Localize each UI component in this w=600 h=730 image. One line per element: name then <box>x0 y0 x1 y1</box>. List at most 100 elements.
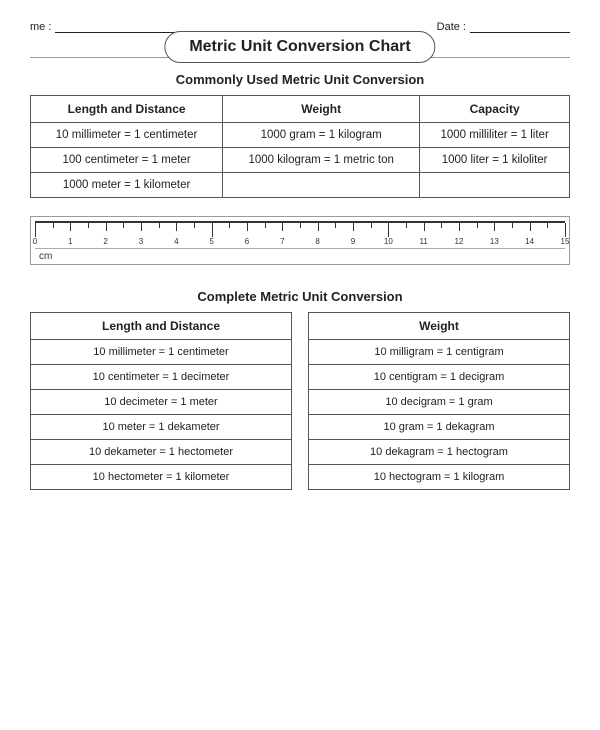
date-field: Date : <box>437 20 570 33</box>
col-header-length: Length and Distance <box>31 96 223 123</box>
table-cell <box>420 173 570 198</box>
ruler-label: 3 <box>139 237 143 246</box>
table-cell: 10 decimeter = 1 meter <box>31 390 292 415</box>
ruler-half-tick <box>335 223 336 228</box>
table-cell: 10 hectogram = 1 kilogram <box>309 465 570 490</box>
table-cell: 100 centimeter = 1 meter <box>31 148 223 173</box>
ruler-label: 10 <box>384 237 393 246</box>
table-cell: 1000 meter = 1 kilometer <box>31 173 223 198</box>
table-cell: 10 gram = 1 dekagram <box>309 415 570 440</box>
ruler-label: 11 <box>420 237 428 246</box>
complete-length-col: Length and Distance 10 millimeter = 1 ce… <box>30 312 292 500</box>
table-row: 10 decimeter = 1 meter <box>31 390 292 415</box>
ruler-label: 8 <box>315 237 319 246</box>
ruler-label: 1 <box>68 237 72 246</box>
ruler-label: 12 <box>455 237 464 246</box>
table-row: 10 decigram = 1 gram <box>309 390 570 415</box>
ruler-half-tick <box>194 223 195 228</box>
table-row: 1000 meter = 1 kilometer <box>31 173 570 198</box>
table-row: 10 dekameter = 1 hectometer <box>31 440 292 465</box>
ruler-half-tick <box>123 223 124 228</box>
table-cell: 10 hectometer = 1 kilometer <box>31 465 292 490</box>
table-row: 100 centimeter = 1 meter1000 kilogram = … <box>31 148 570 173</box>
ruler-half-tick <box>441 223 442 228</box>
ruler-label: 9 <box>351 237 355 246</box>
name-underline <box>55 20 175 33</box>
date-underline <box>470 20 570 33</box>
table-cell: 10 centimeter = 1 decimeter <box>31 365 292 390</box>
table-cell: 10 dekagram = 1 hectogram <box>309 440 570 465</box>
table-cell: 10 decigram = 1 gram <box>309 390 570 415</box>
ruler-tick <box>247 223 248 231</box>
ruler-label: 4 <box>174 237 178 246</box>
ruler: 0123456789101112131415 <box>35 221 565 249</box>
ruler-label: 2 <box>103 237 107 246</box>
col-header-weight: Weight <box>223 96 420 123</box>
ruler-tick <box>494 223 495 231</box>
ruler-wrapper: 0123456789101112131415 cm <box>30 216 570 265</box>
table-row: 10 milligram = 1 centigram <box>309 340 570 365</box>
table-row: 10 centimeter = 1 decimeter <box>31 365 292 390</box>
ruler-half-tick <box>265 223 266 228</box>
ruler-label: 6 <box>245 237 249 246</box>
ruler-label: 14 <box>525 237 534 246</box>
ruler-tick <box>459 223 460 231</box>
ruler-half-tick <box>300 223 301 228</box>
name-field: me : <box>30 20 175 33</box>
ruler-unit: cm <box>35 251 565 262</box>
table-cell: 1000 liter = 1 kiloliter <box>420 148 570 173</box>
table-cell: 10 meter = 1 dekameter <box>31 415 292 440</box>
col-header-capacity: Capacity <box>420 96 570 123</box>
table-cell: 10 millimeter = 1 centimeter <box>31 340 292 365</box>
ruler-half-tick <box>547 223 548 228</box>
ruler-label: 0 <box>33 237 37 246</box>
ruler-half-tick <box>512 223 513 228</box>
ruler-tick <box>141 223 142 231</box>
ruler-half-tick <box>229 223 230 228</box>
complete-weight-header: Weight <box>309 313 570 340</box>
ruler-label: 13 <box>490 237 499 246</box>
ruler-tick <box>388 223 389 237</box>
table-cell: 10 milligram = 1 centigram <box>309 340 570 365</box>
table-cell: 1000 gram = 1 kilogram <box>223 123 420 148</box>
ruler-label: 5 <box>209 237 213 246</box>
table-cell: 10 millimeter = 1 centimeter <box>31 123 223 148</box>
ruler-half-tick <box>371 223 372 228</box>
ruler-half-tick <box>53 223 54 228</box>
table-cell: 1000 kilogram = 1 metric ton <box>223 148 420 173</box>
table-row: 10 millimeter = 1 centimeter1000 gram = … <box>31 123 570 148</box>
ruler-half-tick <box>477 223 478 228</box>
table-row: 10 meter = 1 dekameter <box>31 415 292 440</box>
ruler-tick <box>318 223 319 231</box>
table-row: 10 centigram = 1 decigram <box>309 365 570 390</box>
table-row: 10 hectometer = 1 kilometer <box>31 465 292 490</box>
table-cell: 10 dekameter = 1 hectometer <box>31 440 292 465</box>
title-row: Metric Unit Conversion Chart <box>30 39 570 58</box>
page-title: Metric Unit Conversion Chart <box>164 31 435 63</box>
table-cell <box>223 173 420 198</box>
table-cell: 10 centigram = 1 decigram <box>309 365 570 390</box>
complete-length-header: Length and Distance <box>31 313 292 340</box>
name-label: me : <box>30 21 51 33</box>
date-label: Date : <box>437 21 466 33</box>
common-section-heading: Commonly Used Metric Unit Conversion <box>30 72 570 87</box>
ruler-half-tick <box>406 223 407 228</box>
ruler-tick <box>212 223 213 237</box>
table-cell: 1000 milliliter = 1 liter <box>420 123 570 148</box>
ruler-tick <box>565 223 566 237</box>
complete-weight-col: Weight 10 milligram = 1 centigram10 cent… <box>308 312 570 500</box>
ruler-label: 15 <box>561 237 570 246</box>
table-row: 10 gram = 1 dekagram <box>309 415 570 440</box>
common-conversion-table: Length and Distance Weight Capacity 10 m… <box>30 95 570 198</box>
ruler-tick <box>35 223 36 237</box>
ruler-tick <box>424 223 425 231</box>
complete-weight-table: Weight 10 milligram = 1 centigram10 cent… <box>308 312 570 490</box>
ruler-tick <box>176 223 177 231</box>
table-row: 10 dekagram = 1 hectogram <box>309 440 570 465</box>
table-row: 10 hectogram = 1 kilogram <box>309 465 570 490</box>
complete-tables-container: Length and Distance 10 millimeter = 1 ce… <box>30 312 570 500</box>
ruler-tick <box>106 223 107 231</box>
ruler-label: 7 <box>280 237 284 246</box>
table-row: 10 millimeter = 1 centimeter <box>31 340 292 365</box>
complete-length-table: Length and Distance 10 millimeter = 1 ce… <box>30 312 292 490</box>
